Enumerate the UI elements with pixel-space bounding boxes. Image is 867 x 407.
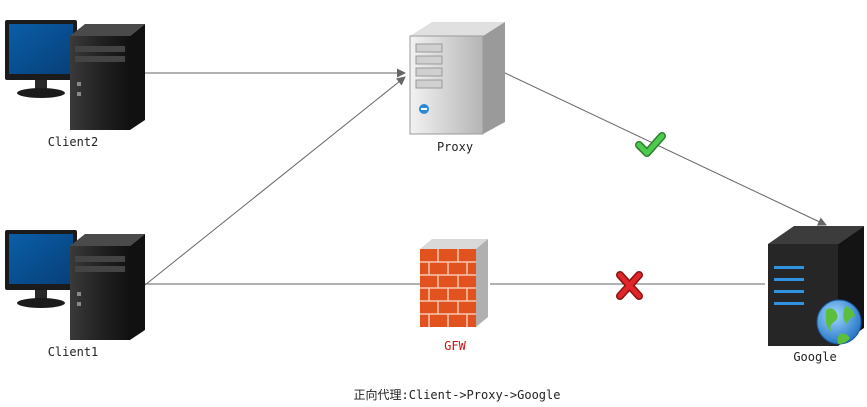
link-client1-proxy [144, 76, 406, 286]
computer-icon [5, 230, 145, 340]
google-label: Google [793, 350, 837, 364]
cross-icon [616, 271, 643, 300]
firewall-icon [420, 239, 488, 327]
server-icon [409, 22, 505, 135]
forward-proxy-diagram [5, 20, 864, 346]
client2-label: Client2 [47, 135, 99, 149]
gfw-label: GFW [444, 339, 466, 353]
proxy-label: Proxy [436, 140, 474, 154]
link-proxy-google [504, 72, 827, 226]
computer-icon [5, 20, 145, 130]
client1-label: Client1 [47, 345, 99, 359]
globe-icon [816, 299, 862, 345]
diagram-caption: 正向代理:Client->Proxy->Google [353, 388, 561, 402]
